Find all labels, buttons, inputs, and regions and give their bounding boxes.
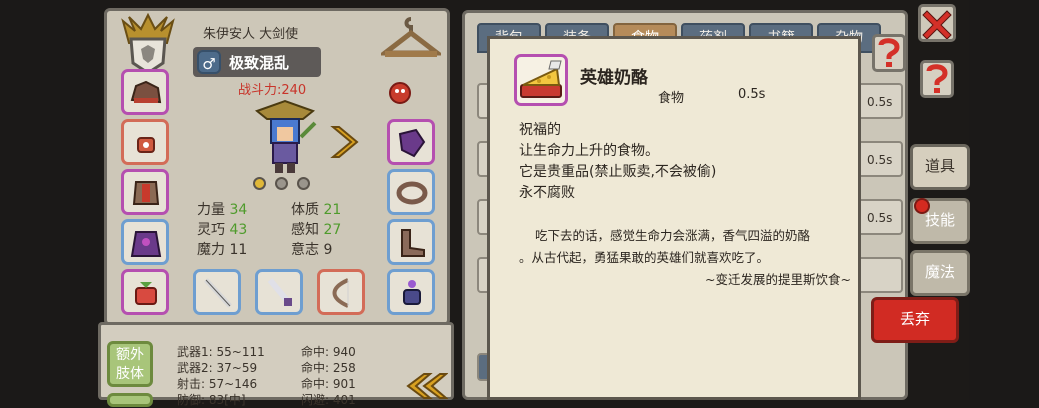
equip-slot-weapon1[interactable] — [193, 269, 241, 315]
item-icon-frame — [514, 54, 568, 106]
background-left — [0, 0, 100, 400]
combat-row-label: 武器1: 55~111 — [177, 345, 265, 359]
cheese-icon — [520, 60, 562, 98]
gender-male-icon: ♂ — [197, 50, 221, 74]
item-lore: 。从古代起，勇猛果敢的英雄们就喜欢吃了。 — [519, 250, 770, 265]
item-category: 食物 — [658, 91, 685, 106]
dagger-icon — [267, 278, 293, 306]
sword-icon — [204, 278, 232, 308]
equip-slot-head[interactable] — [121, 69, 169, 115]
combat-row-hit: 命中: 258 — [301, 361, 356, 375]
combat-power: 战斗力:240 — [238, 83, 307, 98]
stat-dexterity: 灵巧 43 — [197, 222, 248, 238]
armor-icon — [132, 181, 160, 205]
next-arrow-icon[interactable] — [329, 125, 359, 159]
item-description: 让生命力上升的食物。 — [519, 143, 659, 159]
stat-constitution: 体质 21 — [291, 202, 342, 218]
amulet-icon — [137, 137, 155, 153]
combat-row-hit: 命中: 940 — [301, 345, 356, 359]
help-button-2[interactable] — [920, 60, 954, 98]
gauntlet-icon — [398, 128, 426, 158]
combat-row-label: 射击: 57~146 — [177, 377, 258, 391]
character-name: 朱伊安人 大剑使 — [203, 27, 299, 42]
extra-limbs-button[interactable]: 额外 肢体 — [107, 341, 153, 387]
page-dot-2[interactable] — [275, 177, 288, 190]
combat-row-label: 武器2: 37~59 — [177, 361, 258, 375]
item-use-time: 0.5s — [867, 95, 893, 109]
close-button[interactable] — [918, 4, 956, 42]
equip-slot-body[interactable] — [121, 169, 169, 215]
notification-dot — [914, 198, 930, 214]
page-dot-1[interactable] — [253, 177, 266, 190]
equip-slot-weapon2[interactable] — [255, 269, 303, 315]
secondary-button[interactable] — [107, 393, 153, 407]
item-blessing: 祝福的 — [519, 122, 561, 138]
equip-slot-back[interactable] — [121, 219, 169, 265]
item-lore-source: ~变迁发展的提里斯饮食~ — [705, 272, 851, 287]
cloak-icon — [130, 231, 162, 257]
item-description: 永不腐败 — [519, 185, 575, 201]
equip-slot-ammo[interactable] — [387, 269, 435, 315]
crest-icon — [121, 13, 175, 75]
item-use-time: 0.5s — [867, 211, 893, 225]
character-panel: 朱伊安人 大剑使 ♂ 极致混乱 战斗力:240 力量 34 体质 21 灵巧 4… — [104, 8, 450, 326]
potion-icon — [403, 280, 421, 305]
boots-icon — [401, 229, 425, 257]
side-tab-items[interactable]: 道具 — [910, 144, 970, 190]
combat-stats-panel: 额外 肢体 武器1: 55~111 命中: 940 武器2: 37~59 命中:… — [98, 322, 454, 407]
character-title: 极致混乱 — [229, 54, 290, 72]
item-detail-popup: 英雄奶酪 食物 0.5s 祝福的 让生命力上升的食物。 它是贵重品(禁止贩卖,不… — [487, 36, 861, 400]
character-title-bar: ♂ 极致混乱 — [193, 47, 321, 77]
hero-sprite — [254, 99, 317, 173]
helmet-icon — [130, 80, 162, 104]
stat-strength: 力量 34 — [197, 202, 248, 218]
belt-icon — [396, 181, 428, 205]
equip-slot-arm[interactable] — [387, 119, 435, 165]
equip-slot-ranged[interactable] — [317, 269, 365, 315]
pouch-icon — [135, 282, 157, 305]
stat-will: 意志 9 — [291, 242, 333, 258]
help-button[interactable] — [872, 34, 906, 72]
item-use-time: 0.5s — [867, 153, 893, 167]
bow-icon — [332, 278, 349, 308]
item-use-time: 0.5s — [738, 87, 766, 102]
item-name: 英雄奶酪 — [580, 68, 648, 88]
equip-slot-feet[interactable] — [387, 219, 435, 265]
discard-button[interactable]: 丢弃 — [871, 297, 959, 343]
side-tab-magic[interactable]: 魔法 — [910, 250, 970, 296]
page-dot-3[interactable] — [297, 177, 310, 190]
background-right — [969, 0, 1039, 400]
equip-slot-neck[interactable] — [121, 119, 169, 165]
curse-icon[interactable] — [389, 81, 411, 105]
stat-magic: 魔力 11 — [197, 242, 248, 258]
help-icon — [878, 38, 900, 67]
hanger-icon[interactable] — [381, 15, 441, 63]
equip-slot-ring[interactable] — [121, 269, 169, 315]
item-lore: 吃下去的话，感觉生命力会涨满，香气四溢的奶酪 — [535, 228, 811, 243]
help-icon — [926, 64, 948, 93]
item-description: 它是贵重品(禁止贩卖,不会被偷) — [519, 164, 717, 180]
equip-slot-waist[interactable] — [387, 169, 435, 215]
stat-perception: 感知 27 — [291, 222, 342, 238]
combat-row-hit: 命中: 901 — [301, 377, 356, 391]
close-icon — [922, 10, 952, 40]
collapse-arrow-icon[interactable] — [404, 372, 448, 400]
